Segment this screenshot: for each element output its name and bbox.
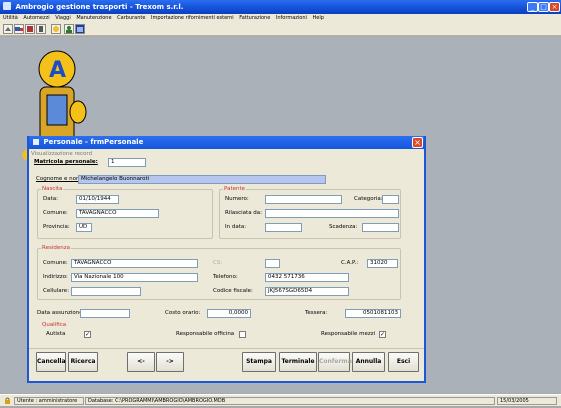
autista-checkbox[interactable]: ✓: [84, 331, 91, 338]
form-close-button[interactable]: ×: [412, 137, 423, 148]
patente-categoria-label: Categoria:: [354, 196, 383, 202]
cs-field[interactable]: [265, 259, 280, 268]
cs-label: CS:: [213, 260, 223, 266]
lock-icon: [2, 397, 12, 405]
mezzi-checkbox[interactable]: ✓: [379, 331, 386, 338]
indata-field[interactable]: [265, 223, 302, 232]
cap-label: C.A.P.:: [341, 260, 359, 266]
status-database: Database: C:\PROGRAMMI\AMBROGIO\AMBROGIO…: [85, 397, 495, 405]
next-button[interactable]: ->: [156, 352, 184, 372]
status-user: Utente : amministratore: [14, 397, 84, 405]
previous-button[interactable]: <-: [127, 352, 155, 372]
menu-help[interactable]: Help: [312, 15, 323, 21]
indirizzo-label: Indirizzo:: [43, 274, 68, 280]
scadenza-field[interactable]: [362, 223, 399, 232]
assunzione-field[interactable]: [80, 309, 130, 318]
form-title: Personale - frmPersonale: [43, 138, 144, 146]
patente-categoria-field[interactable]: [382, 195, 399, 204]
fuel-icon[interactable]: [36, 24, 46, 34]
terminale-button[interactable]: Terminale: [279, 352, 317, 372]
ricerca-button[interactable]: Ricerca: [68, 352, 98, 372]
personale-form: Personale - frmPersonale × Visualizzazio…: [27, 136, 426, 383]
close-button[interactable]: ×: [549, 2, 560, 12]
annulla-button[interactable]: Annulla: [352, 352, 385, 372]
menu-bar: Utilità Automezzi Viaggi Manutenzione Ca…: [0, 14, 561, 23]
patente-title: Patente: [223, 186, 247, 192]
menu-automezzi[interactable]: Automezzi: [23, 15, 49, 21]
scadenza-label: Scadenza:: [329, 224, 358, 230]
maximize-button[interactable]: □: [538, 2, 549, 12]
patente-numero-label: Numero:: [225, 196, 249, 202]
nascita-comune-field[interactable]: TAVAGNACCO: [76, 209, 159, 218]
app-title-bar: Ambrogio gestione trasporti - Trexom s.r…: [0, 0, 561, 14]
wrench-icon[interactable]: [25, 24, 35, 34]
assunzione-label: Data assunzione:: [37, 310, 85, 316]
minimize-button[interactable]: _: [527, 2, 538, 12]
nascita-comune-label: Comune:: [43, 210, 68, 216]
cap-field[interactable]: 31020: [367, 259, 398, 268]
view-mode-label: Visualizzazione record: [31, 151, 93, 157]
rilasciata-label: Rilasciata da:: [225, 210, 263, 216]
telefono-field[interactable]: 0432 571736: [265, 273, 349, 282]
cellulare-field[interactable]: [71, 287, 141, 296]
cognome-field[interactable]: Michelangelo Buonnaroti: [78, 175, 326, 184]
status-date: 15/03/2005: [497, 397, 557, 405]
button-separator: [29, 348, 424, 349]
provincia-label: Provincia:: [43, 224, 70, 230]
menu-informazioni[interactable]: Informazioni: [276, 15, 307, 21]
provincia-field[interactable]: UD: [76, 223, 92, 232]
stampa-button[interactable]: Stampa: [242, 352, 276, 372]
cancella-button[interactable]: Cancella: [36, 352, 66, 372]
tessera-field[interactable]: 0501081103: [345, 309, 401, 318]
telefono-label: Telefono:: [213, 274, 238, 280]
menu-manutenzione[interactable]: Manutenzione: [76, 15, 111, 21]
nascita-data-field[interactable]: 01/10/1944: [76, 195, 119, 204]
costo-orario-label: Costo orario:: [165, 310, 201, 316]
svg-text:A: A: [49, 58, 66, 83]
costo-orario-field[interactable]: 0,0000: [207, 309, 251, 318]
conferma-button[interactable]: Conferma: [318, 352, 352, 372]
menu-importazione[interactable]: Importazione rifornimenti esterni: [151, 15, 234, 21]
toolbar: [0, 23, 561, 36]
indata-label: In data:: [225, 224, 247, 230]
indirizzo-field[interactable]: Via Nazionale 100: [71, 273, 198, 282]
app-icon: [3, 2, 11, 10]
menu-utilita[interactable]: Utilità: [3, 15, 18, 21]
cellulare-label: Cellulare:: [43, 288, 70, 294]
residenza-comune-field[interactable]: TAVAGNACCO: [71, 259, 198, 268]
window-icon[interactable]: [75, 24, 85, 34]
residenza-comune-label: Comune:: [43, 260, 68, 266]
esci-button[interactable]: Esci: [388, 352, 419, 372]
people-icon[interactable]: [64, 24, 74, 34]
residenza-title: Residenza: [41, 245, 71, 251]
status-bar: Utente : amministratore Database: C:\PRO…: [0, 394, 561, 406]
menu-carburante[interactable]: Carburante: [117, 15, 145, 21]
patente-numero-field[interactable]: [265, 195, 342, 204]
nascita-title: Nascita: [41, 186, 64, 192]
rilasciata-field[interactable]: [265, 209, 399, 218]
truck-icon[interactable]: [14, 24, 24, 34]
qualifica-title: Qualifica: [41, 322, 68, 328]
officina-checkbox[interactable]: [239, 331, 246, 338]
form-title-bar: Personale - frmPersonale: [29, 136, 424, 149]
help-icon[interactable]: [51, 24, 61, 34]
officina-label: Responsabile officina: [176, 331, 235, 337]
mezzi-label: Responsabile mezzi: [321, 331, 376, 337]
menu-viaggi[interactable]: Viaggi: [55, 15, 71, 21]
nascita-data-label: Data:: [43, 196, 58, 202]
scale-icon[interactable]: [3, 24, 13, 34]
form-icon: [33, 139, 39, 145]
tessera-label: Tessera:: [305, 310, 328, 316]
menu-fatturazione[interactable]: Fatturazione: [239, 15, 270, 21]
codice-fiscale-field[interactable]: JKJ567SGD65D4: [265, 287, 349, 296]
autista-label: Autista: [46, 331, 66, 337]
codice-fiscale-label: Codice fiscale:: [213, 288, 253, 294]
app-title: Ambrogio gestione trasporti - Trexom s.r…: [15, 3, 184, 11]
matricola-label: Matricola personale:: [34, 159, 98, 165]
matricola-field[interactable]: 1: [108, 158, 146, 167]
ambrogio-mascot-logo: A: [38, 50, 87, 142]
